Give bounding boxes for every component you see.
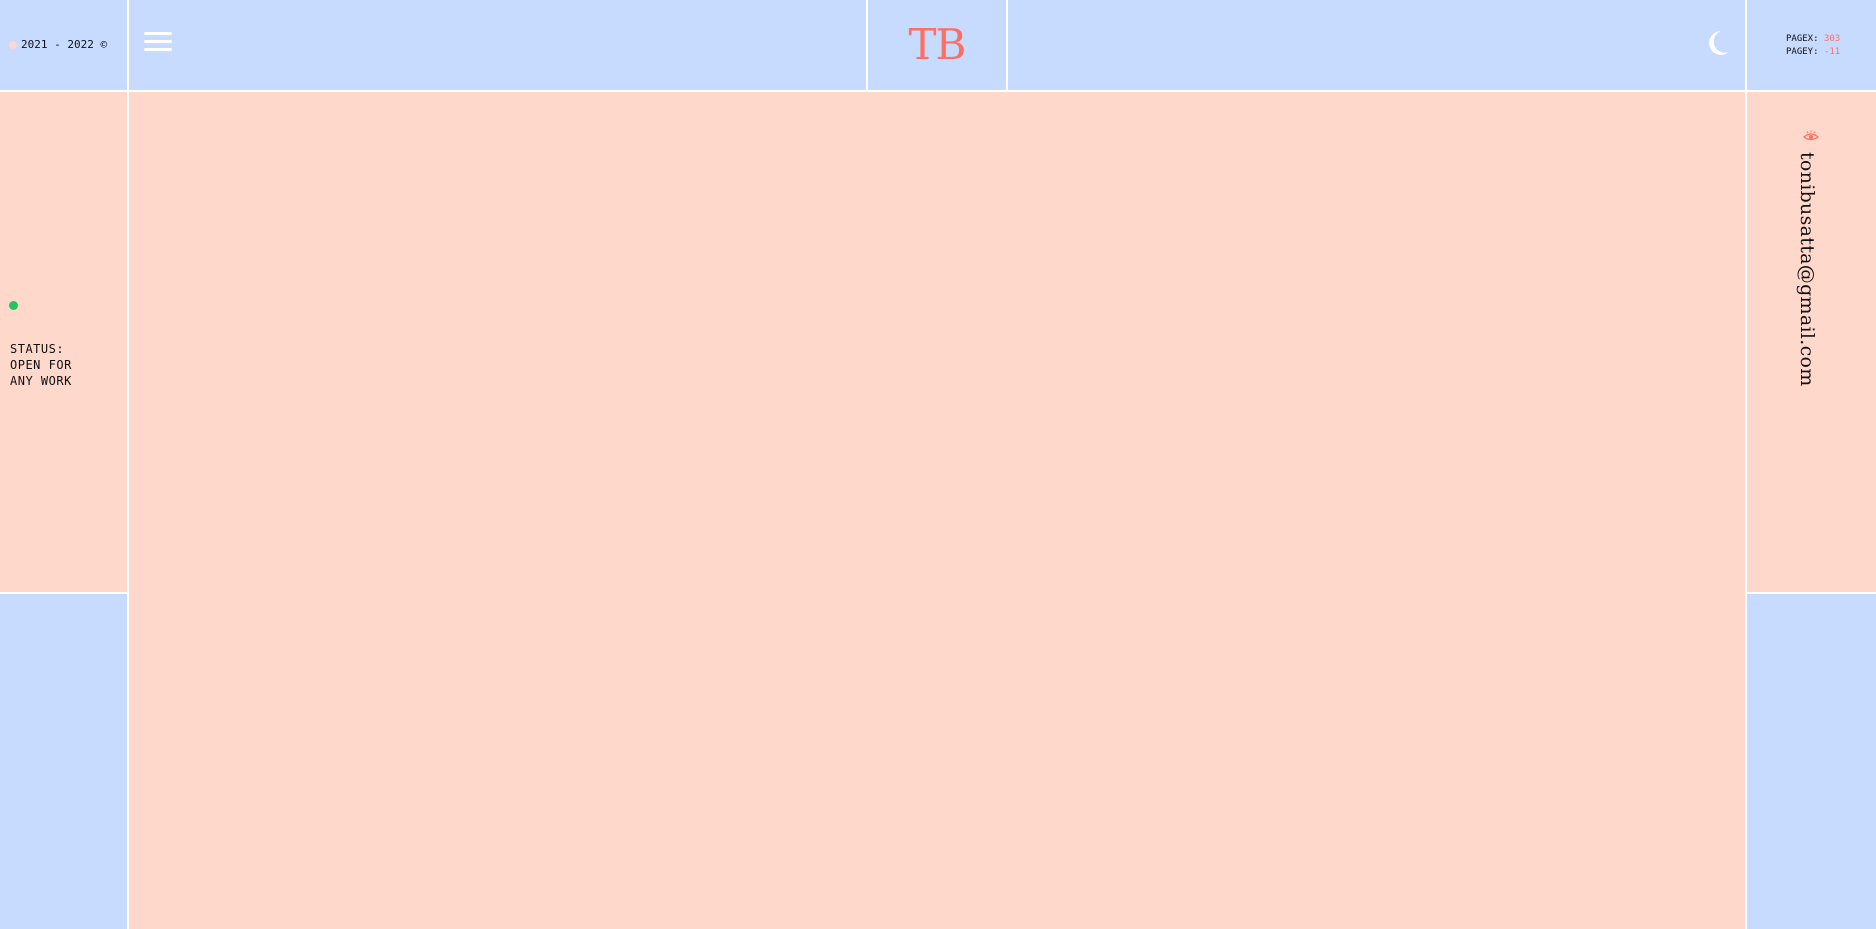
pagex-value: 303 (1823, 34, 1841, 44)
status-cell: STATUS: OPEN FOR ANY WORK (0, 92, 127, 592)
pagey-label: PAGEY: (1786, 47, 1819, 57)
bottom-right-panel (1747, 594, 1876, 929)
copyright-text: 2021 - 2022 © (21, 38, 108, 51)
status-text: STATUS: OPEN FOR ANY WORK (10, 341, 120, 389)
bottom-left-panel (0, 594, 127, 929)
main-canvas (129, 92, 1745, 929)
copyright: 2021 - 2022 © (9, 38, 107, 51)
theme-cell (1008, 0, 1745, 90)
status-line-2: OPEN FOR (10, 358, 72, 372)
eye-icon (1803, 130, 1819, 141)
copyright-cell: 2021 - 2022 © (0, 0, 127, 90)
logo-cell: TB (868, 0, 1006, 90)
email-link[interactable]: tonibusatta@gmail.com (1796, 152, 1818, 387)
pagey-row: PAGEY: -11 (1786, 46, 1840, 59)
contact-cell: tonibusatta@gmail.com (1747, 92, 1876, 592)
pagey-value: -11 (1823, 47, 1841, 57)
page: 2021 - 2022 © TB PAGEX: 303 PAGEY: -11 S… (0, 0, 1876, 929)
pagex-label: PAGEX: (1786, 34, 1819, 44)
cursor-coords: PAGEX: 303 PAGEY: -11 (1786, 33, 1840, 59)
pagex-row: PAGEX: 303 (1786, 33, 1840, 46)
coords-cell: PAGEX: 303 PAGEY: -11 (1747, 0, 1876, 90)
status-line-3: ANY WORK (10, 374, 72, 388)
copyright-dot-icon (9, 40, 17, 49)
logo[interactable]: TB (868, 20, 1006, 69)
menu-cell (129, 0, 866, 90)
hamburger-menu-icon[interactable] (144, 30, 172, 54)
status-line-1: STATUS: (10, 342, 65, 356)
status-dot-icon (9, 301, 18, 310)
moon-icon[interactable] (1703, 28, 1731, 58)
